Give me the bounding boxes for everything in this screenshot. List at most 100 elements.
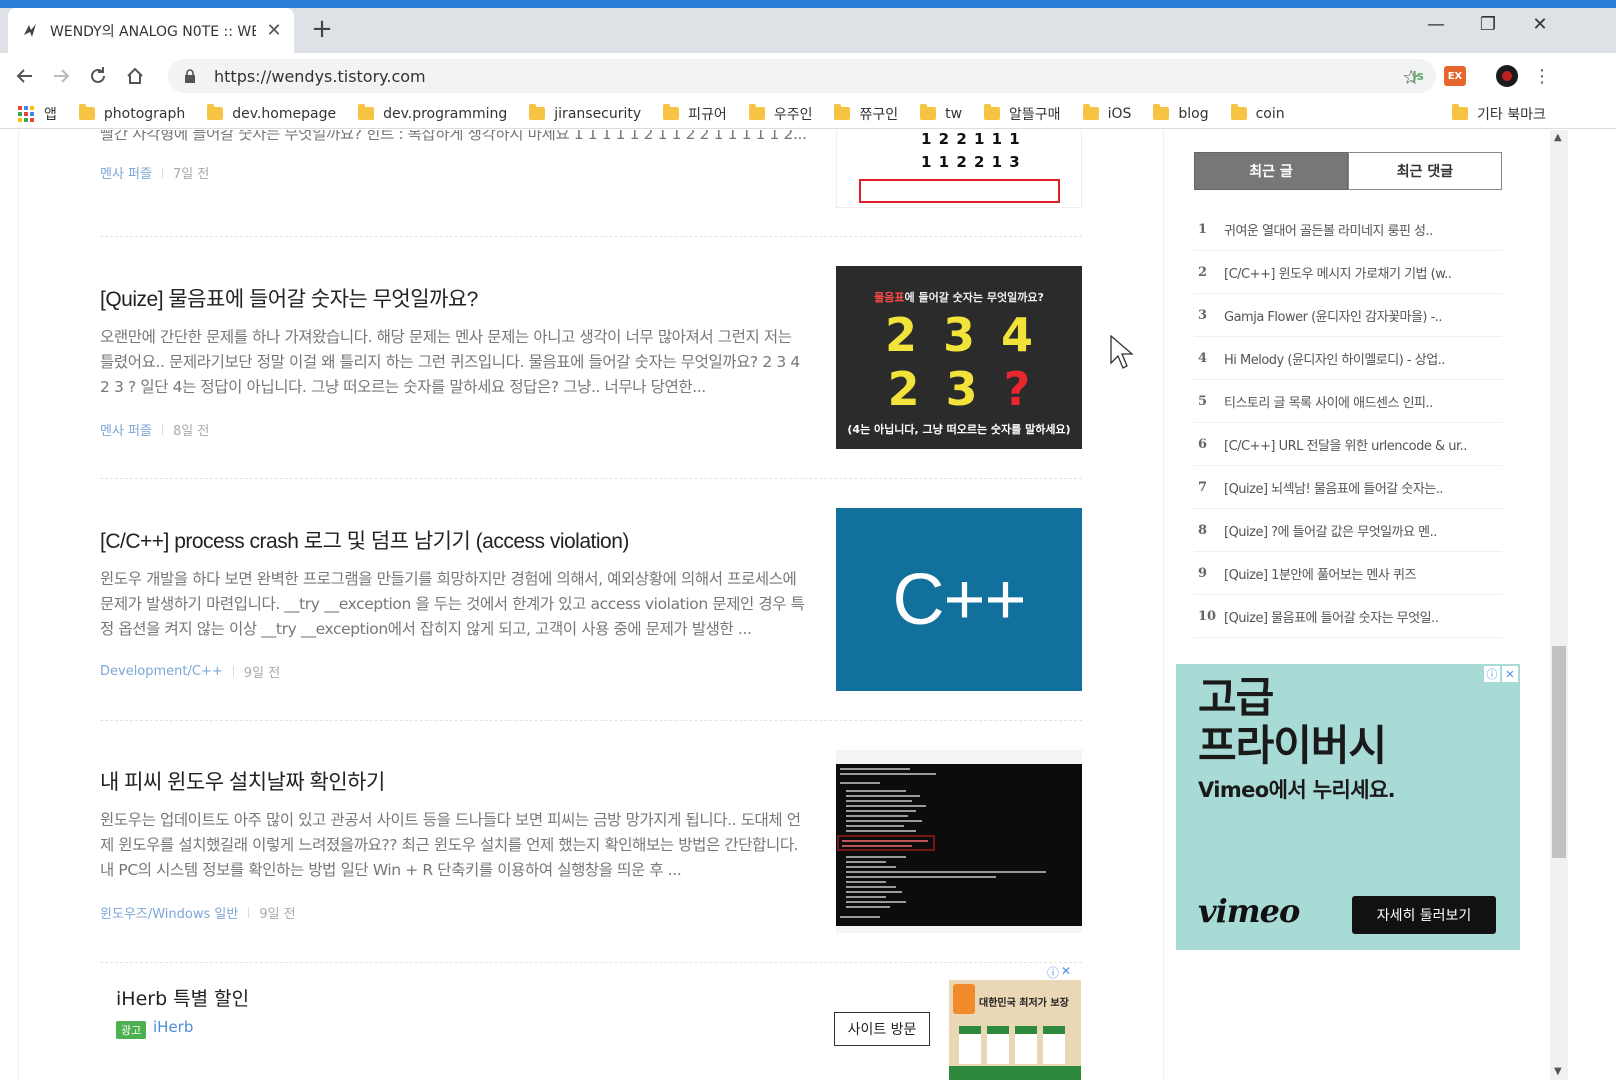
address-bar[interactable]: https://wendys.tistory.com ☆	[168, 59, 1436, 93]
recent-post-item[interactable]: 6 [C/C++] URL 전달을 위한 urlencode & ur..	[1194, 423, 1502, 466]
minimize-icon[interactable]: —	[1410, 8, 1462, 44]
recent-post-number: 9	[1198, 565, 1208, 581]
bookmark-label: dev.homepage	[232, 105, 337, 122]
recent-post-title[interactable]: 티스토리 글 목록 사이에 애드센스 인피..	[1224, 392, 1433, 411]
bookmark-folder-shopping[interactable]: 알뜰구매	[984, 104, 1061, 124]
recent-post-title[interactable]: 귀여운 열대어 골든볼 라미네지 룽핀 성..	[1224, 220, 1433, 239]
close-ad-icon[interactable]: ✕	[1502, 666, 1518, 682]
restore-icon[interactable]: ❐	[1462, 8, 1514, 44]
info-icon[interactable]: ⓘ	[1047, 964, 1059, 981]
blog-page: 빨간 사각형에 들어갈 숫자는 무엇일까요? 힌트 : 복잡하게 생각하지 마세…	[0, 130, 1616, 1080]
bookmark-folder-tw[interactable]: tw	[920, 104, 963, 122]
bookmark-folder-jiransecurity[interactable]: jiransecurity	[529, 104, 641, 122]
bookmark-folder-dev-homepage[interactable]: dev.homepage	[207, 104, 337, 122]
recent-post-number: 10	[1198, 608, 1217, 624]
bookmark-folder-ujuin[interactable]: 우주인	[748, 104, 813, 124]
recent-post-title[interactable]: Hi Melody (윤디자인 하이멜로디) - 상업..	[1224, 349, 1445, 368]
recent-post-item[interactable]: 3 Gamja Flower (윤디자인 감자꽃마을) -..	[1194, 294, 1502, 337]
bookmark-label: 우주인	[773, 106, 813, 123]
bookmark-label: photograph	[103, 105, 186, 122]
adchoices[interactable]: ⓘ ✕	[1047, 964, 1071, 981]
ex-extension-icon[interactable]: EX	[1444, 66, 1466, 86]
bookmark-folder-other[interactable]: 기타 북마크	[1452, 104, 1546, 124]
recent-post-item[interactable]: 1 귀여운 열대어 골든볼 라미네지 룽핀 성..	[1194, 208, 1502, 251]
bookmark-label: tw	[945, 105, 963, 122]
bookmarks-bar: 앱 photograph dev.homepage dev.programmin…	[0, 99, 1616, 129]
mouse-cursor-icon	[1110, 334, 1134, 375]
folder-icon	[920, 104, 937, 120]
recent-post-item[interactable]: 8 [Quize] ?에 들어갈 값은 무엇일까요 멘..	[1194, 509, 1502, 552]
ad-badge: 광고	[116, 1021, 147, 1039]
bookmark-folder-ios[interactable]: iOS	[1082, 104, 1131, 122]
sidebar-tabs: 최근 글 최근 댓글	[1194, 152, 1502, 190]
post-excerpt: 오랜만에 간단한 문제를 하나 가져왔습니다. 해당 문제는 멘사 문제는 아니…	[100, 328, 800, 396]
close-ad-icon[interactable]: ✕	[1061, 964, 1071, 981]
bookmark-folder-blog[interactable]: blog	[1153, 104, 1209, 122]
recent-post-item[interactable]: 5 티스토리 글 목록 사이에 애드센스 인피..	[1194, 380, 1502, 423]
adchoices[interactable]: ⓘ ✕	[1484, 666, 1518, 682]
back-icon[interactable]	[10, 61, 40, 91]
recent-post-title[interactable]: [Quize] 뇌섹남! 물음표에 들어갈 숫자는..	[1224, 478, 1443, 497]
info-icon[interactable]: ⓘ	[1484, 666, 1500, 682]
bookmark-folder-coin[interactable]: coin	[1230, 104, 1285, 122]
scroll-up-icon[interactable]: ▲	[1554, 132, 1562, 143]
folder-icon	[1082, 104, 1099, 120]
menu-kebab-icon[interactable]: ⋮	[1532, 63, 1552, 89]
meta-divider	[161, 424, 163, 435]
recent-post-title[interactable]: [Quize] 1분안에 풀어보는 멘사 퀴즈	[1224, 564, 1416, 583]
scrollbar-thumb[interactable]	[1552, 646, 1566, 858]
reload-icon[interactable]	[83, 61, 113, 91]
forward-icon[interactable]	[46, 61, 76, 91]
tab-recent-posts[interactable]: 최근 글	[1194, 152, 1348, 190]
new-tab-icon[interactable]: +	[306, 14, 338, 46]
recent-post-title[interactable]: Gamja Flower (윤디자인 감자꽃마을) -..	[1224, 306, 1442, 325]
post-date: 7일 전	[172, 167, 210, 182]
recent-post-number: 4	[1198, 350, 1208, 366]
recent-post-item[interactable]: 7 [Quize] 뇌섹남! 물음표에 들어갈 숫자는..	[1194, 466, 1502, 509]
meta-divider	[161, 167, 163, 178]
post-category-link[interactable]: 멘사 퍼즐	[100, 420, 152, 439]
bookmark-apps[interactable]: 앱	[18, 104, 57, 124]
browser-tab[interactable]: WENDY의 ANALOG N0TE :: WENDY ✕	[8, 8, 294, 53]
post-thumbnail[interactable]	[836, 750, 1082, 933]
post-thumbnail[interactable]: 물음표에 들어갈 숫자는 무엇일까요? 234 2 3? (4는 아닙니다, 그냥…	[836, 266, 1082, 449]
home-icon[interactable]	[120, 61, 150, 91]
post-category-link[interactable]: Development/C++	[100, 664, 223, 679]
bookmark-folder-photograph[interactable]: photograph	[78, 104, 186, 122]
post-category-link[interactable]: 윈도우즈/Windows 일반	[100, 903, 238, 922]
learn-more-button[interactable]: 자세히 둘러보기	[1352, 896, 1496, 934]
meta-divider	[232, 666, 234, 677]
recent-post-title[interactable]: [Quize] 물음표에 들어갈 숫자는 무엇일..	[1224, 607, 1438, 626]
bookmark-folder-jjyuguin[interactable]: 쮸구인	[834, 104, 898, 124]
post-date: 8일 전	[172, 424, 210, 439]
post-category-link[interactable]: 멘사 퍼즐	[100, 163, 152, 182]
recent-post-item[interactable]: 9 [Quize] 1분안에 풀어보는 멘사 퀴즈	[1194, 552, 1502, 595]
thumb-footer: (4는 아닙니다, 그냥 떠오르는 숫자를 말하세요)	[847, 423, 1071, 436]
post-date: 9일 전	[243, 666, 281, 681]
visit-site-button[interactable]: 사이트 방문	[834, 1012, 930, 1046]
recent-post-item[interactable]: 10 [Quize] 물음표에 들어갈 숫자는 무엇일..	[1194, 595, 1502, 638]
bookmark-folder-dev-programming[interactable]: dev.programming	[358, 104, 507, 122]
ad-subline: Vimeo에서 누리세요.	[1198, 778, 1396, 802]
recent-post-item[interactable]: 4 Hi Melody (윤디자인 하이멜로디) - 상업..	[1194, 337, 1502, 380]
profile-avatar[interactable]	[1494, 63, 1520, 89]
scroll-down-icon[interactable]: ▼	[1554, 1066, 1562, 1077]
folder-icon	[358, 104, 375, 120]
red-answer-box	[859, 179, 1060, 203]
tab-recent-comments[interactable]: 최근 댓글	[1348, 152, 1502, 190]
recent-post-item[interactable]: 2 [C/C++] 윈도우 메시지 가로채기 기법 (w..	[1194, 251, 1502, 294]
recent-post-title[interactable]: [C/C++] URL 전달을 위한 urlencode & ur..	[1224, 435, 1467, 454]
bookmark-folder-figure[interactable]: 피규어	[663, 104, 727, 124]
iherb-banner-image[interactable]: 대한민국 최저가 보장	[949, 980, 1081, 1080]
tab-close-icon[interactable]: ✕	[264, 20, 284, 41]
page-scrollbar[interactable]: ▲ ▼	[1550, 130, 1568, 1080]
recent-post-title[interactable]: [Quize] ?에 들어갈 값은 무엇일까요 멘..	[1224, 521, 1437, 540]
iherb-ad[interactable]: iHerb 특별 할인 광고 iHerb 사이트 방문 대한민국 최저가 보장 …	[100, 962, 1090, 1080]
post-thumbnail[interactable]: C++	[836, 508, 1082, 691]
close-window-icon[interactable]: ✕	[1514, 8, 1566, 44]
js-extension-icon[interactable]: Js	[1404, 63, 1432, 89]
post-thumbnail[interactable]: 1 2 2 1 1 1 1 1 2 2 1 3	[836, 130, 1082, 208]
recent-post-title[interactable]: [C/C++] 윈도우 메시지 가로채기 기법 (w..	[1224, 263, 1451, 282]
ad-brand-link[interactable]: iHerb	[153, 1018, 193, 1036]
vimeo-ad[interactable]: 고급 프라이버시 Vimeo에서 누리세요. vimeo 자세히 둘러보기 ⓘ ✕	[1176, 664, 1520, 950]
